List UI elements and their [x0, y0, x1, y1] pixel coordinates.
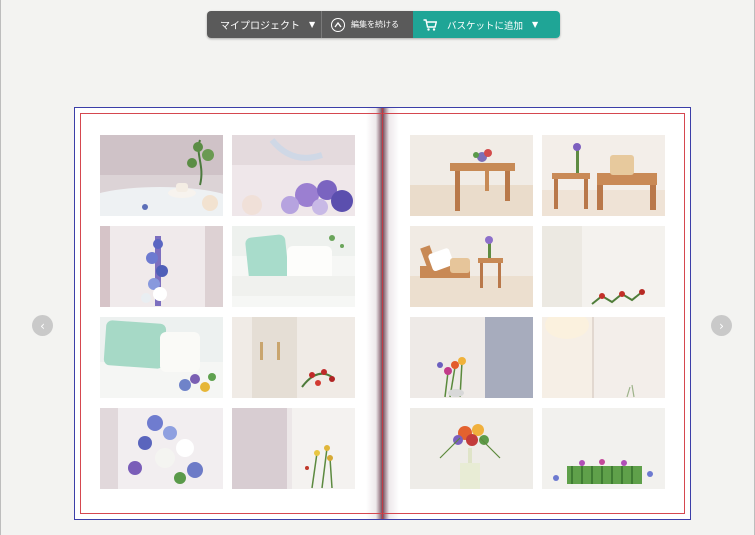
photo-right-8[interactable]: [542, 408, 665, 489]
add-to-basket-label: バスケットに追加: [447, 20, 524, 32]
chevron-down-icon: ▼: [309, 20, 316, 29]
photo-right-6[interactable]: [542, 317, 665, 398]
chair-side-table-photo: [542, 135, 665, 216]
mint-cushion-sofa-photo: [232, 226, 355, 307]
photo-right-3[interactable]: [410, 226, 533, 307]
edit-arrow-icon: [331, 17, 345, 32]
photo-left-2[interactable]: [232, 135, 355, 216]
continue-editing-button[interactable]: 編集を続ける: [321, 11, 413, 38]
previous-page-button[interactable]: ‹: [32, 315, 53, 336]
chevron-left-icon: ‹: [40, 318, 45, 333]
chevron-right-icon: ›: [719, 318, 724, 333]
photo-left-8[interactable]: [232, 408, 355, 489]
window-flowers-photo: [232, 408, 355, 489]
photo-left-4[interactable]: [232, 226, 355, 307]
photo-left-7[interactable]: [100, 408, 223, 489]
cart-icon: [423, 18, 437, 31]
armchair-flower-photo: [410, 226, 533, 307]
tea-table-flower-photo: [100, 135, 223, 216]
cushion-flowers-photo: [100, 317, 223, 398]
next-page-button[interactable]: ›: [711, 315, 732, 336]
blue-flower-vase-photo: [100, 226, 223, 307]
wall-bouquet-photo: [410, 317, 533, 398]
blue-white-bouquet-photo: [100, 408, 223, 489]
continue-editing-label: 編集を続ける: [351, 20, 399, 29]
photo-left-6[interactable]: [232, 317, 355, 398]
door-red-berries-photo: [232, 317, 355, 398]
spine-guide-line: [382, 108, 383, 519]
wooden-table-photo: [410, 135, 533, 216]
flower-stand-photo: [410, 408, 533, 489]
photo-right-7[interactable]: [410, 408, 533, 489]
curtain-red-flower-photo: [542, 226, 665, 307]
top-toolbar: マイプロジェクト ▼ 編集を続ける バスケットに追加 ▼: [207, 11, 560, 38]
photo-left-3[interactable]: [100, 226, 223, 307]
photo-left-5[interactable]: [100, 317, 223, 398]
photo-left-1[interactable]: [100, 135, 223, 216]
photo-right-2[interactable]: [542, 135, 665, 216]
chevron-down-icon[interactable]: ▼: [532, 20, 538, 29]
green-stems-photo: [542, 408, 665, 489]
photo-book-spread: [74, 107, 691, 520]
purple-flowers-photo: [232, 135, 355, 216]
my-project-menu-button[interactable]: マイプロジェクト ▼: [207, 11, 321, 38]
add-to-basket-button[interactable]: バスケットに追加 ▼: [413, 11, 560, 38]
photo-right-1[interactable]: [410, 135, 533, 216]
my-project-label: マイプロジェクト: [220, 21, 300, 32]
corner-light-photo: [542, 317, 665, 398]
photo-right-5[interactable]: [410, 317, 533, 398]
photo-right-4[interactable]: [542, 226, 665, 307]
